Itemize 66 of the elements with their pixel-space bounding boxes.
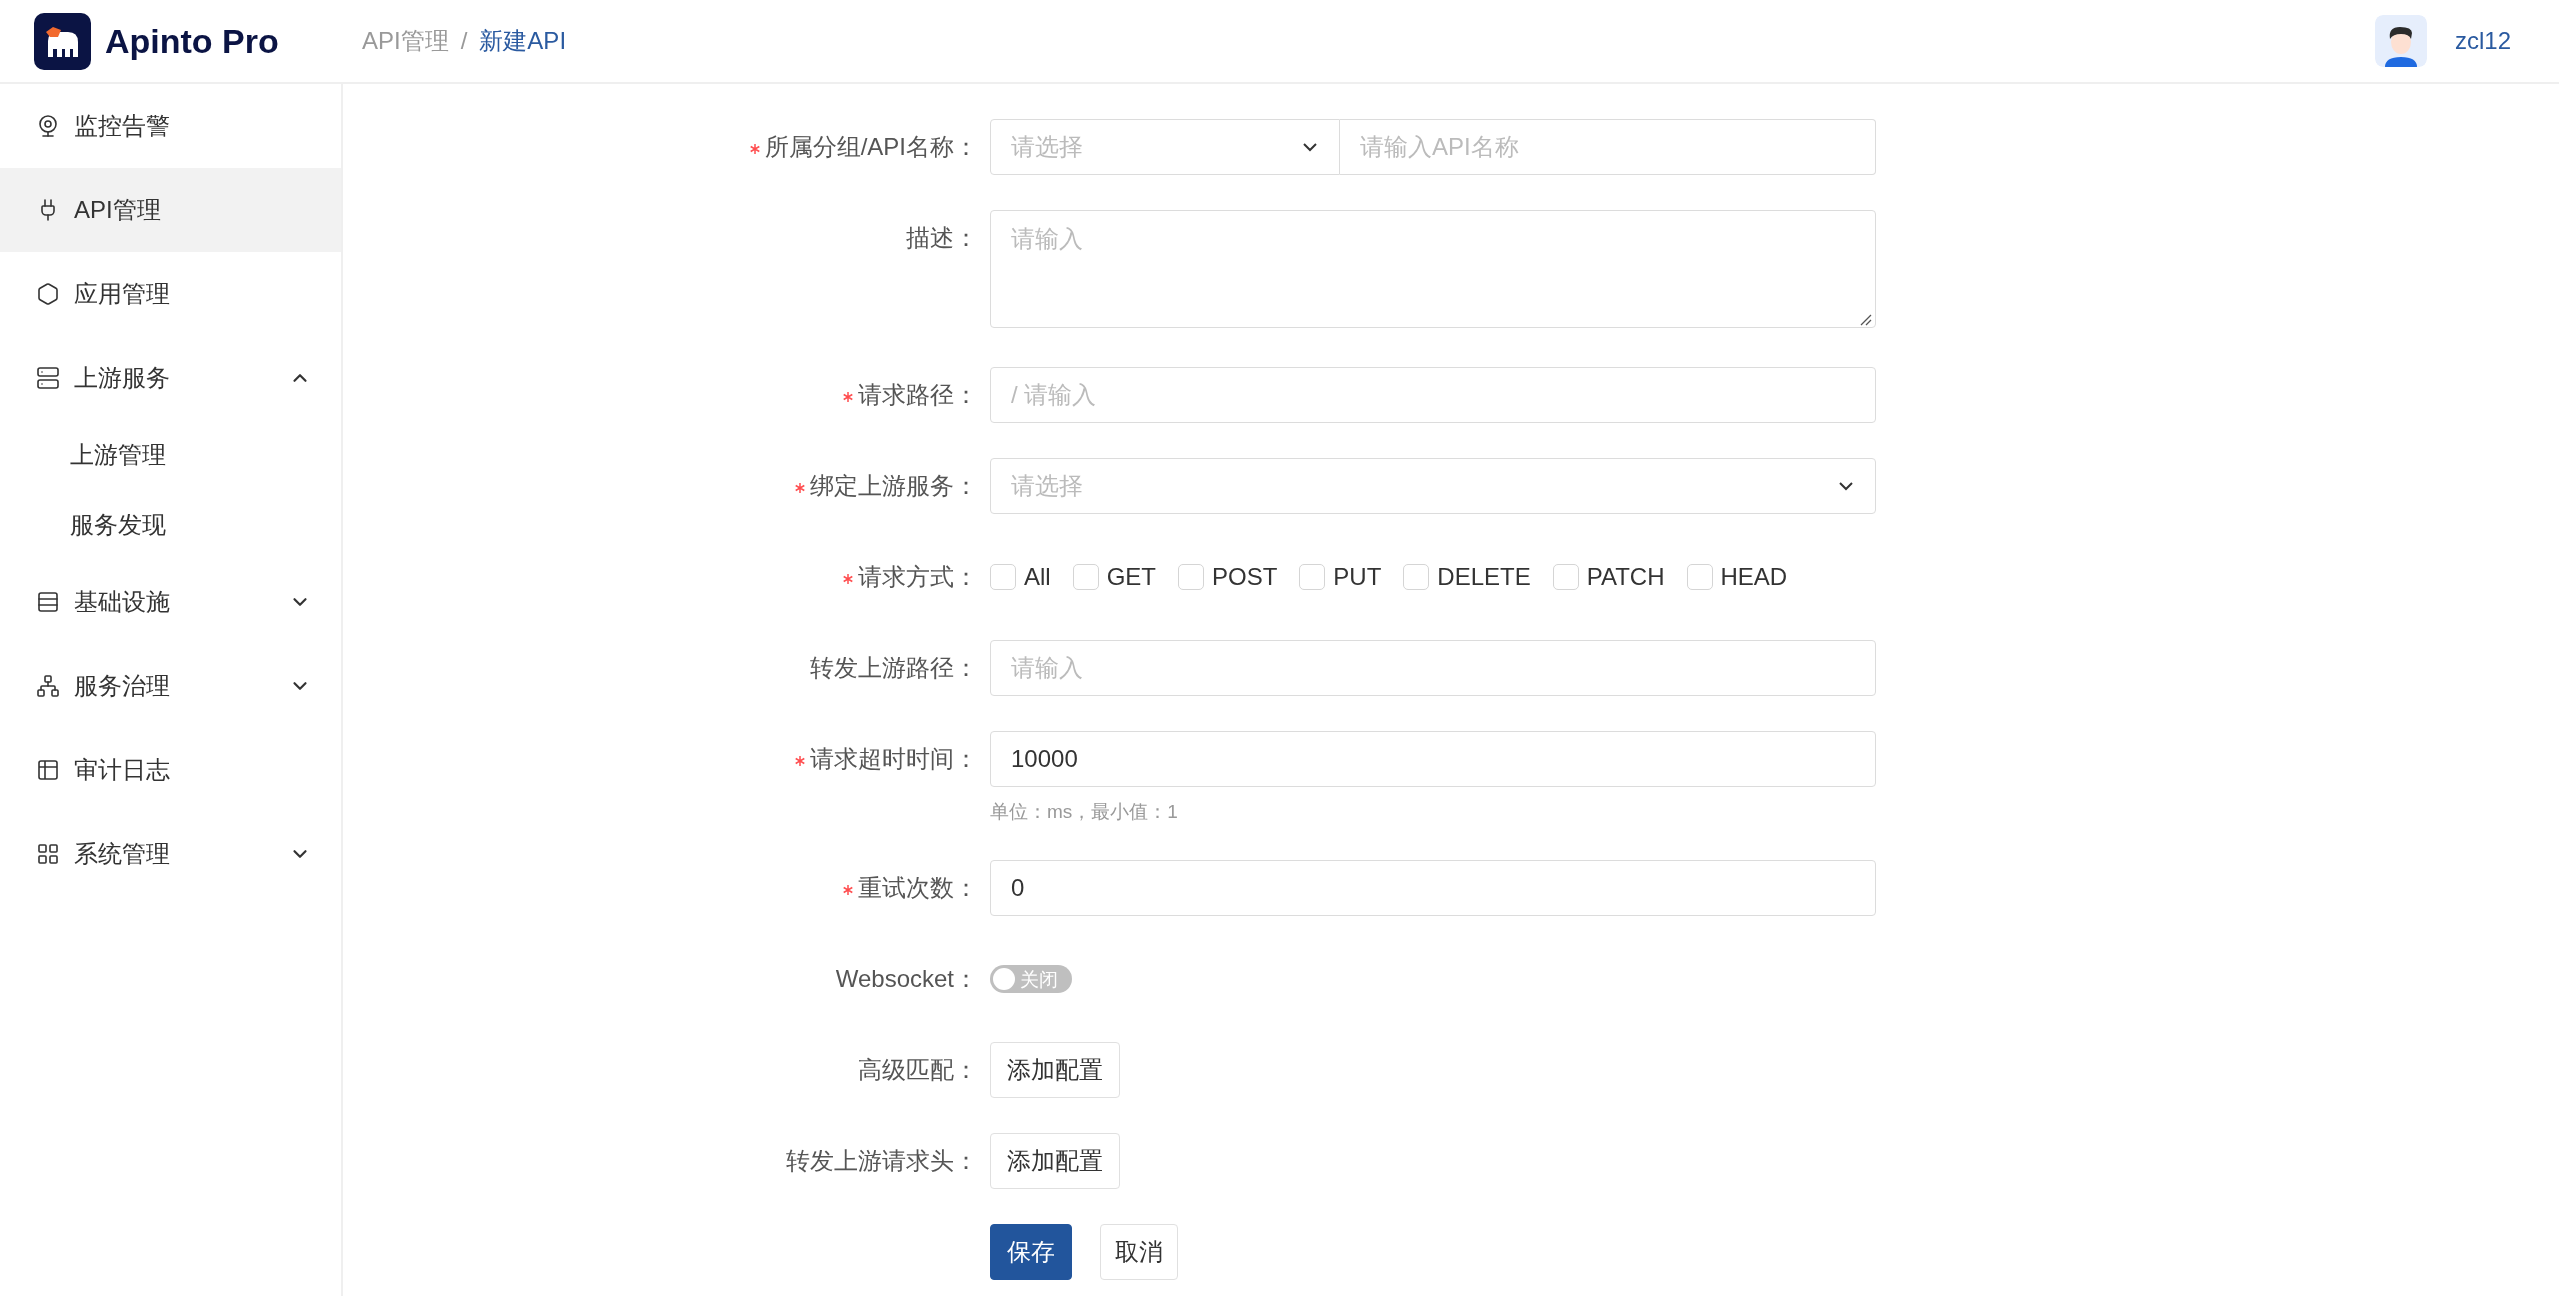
checkbox-label[interactable]: DELETE	[1437, 563, 1531, 591]
checkbox-label[interactable]: HEAD	[1720, 563, 1788, 591]
input-field[interactable]: 10000	[990, 731, 1876, 787]
breadcrumb-separator: /	[460, 27, 468, 55]
logo-icon	[34, 12, 91, 70]
add-config-button[interactable]: 添加配置	[990, 1042, 1120, 1098]
field-label: 请求超时时间：	[810, 744, 978, 774]
webcam-icon	[36, 114, 60, 138]
field-label: 转发上游路径：	[810, 653, 978, 683]
grid-icon	[36, 842, 60, 866]
sidebar-item[interactable]: 系统管理	[0, 812, 341, 896]
checkbox[interactable]	[1072, 564, 1099, 590]
description-field[interactable]: 请输入	[990, 210, 1876, 328]
field-label: 请求方式：	[858, 562, 978, 592]
save-button[interactable]: 保存	[990, 1224, 1072, 1280]
table-icon	[36, 758, 60, 782]
cancel-button[interactable]: 取消	[1100, 1224, 1178, 1280]
required-icon	[842, 884, 854, 896]
required-icon	[794, 482, 806, 494]
field-label: 重试次数：	[858, 873, 978, 903]
sidebar-item[interactable]: 应用管理	[0, 252, 341, 336]
field-label: 绑定上游服务：	[810, 471, 978, 501]
checkbox-label[interactable]: PUT	[1333, 563, 1382, 591]
hexagon-icon	[36, 282, 60, 306]
sidebar-item[interactable]: 服务治理	[0, 644, 341, 728]
field-label: 转发上游请求头：	[786, 1146, 978, 1176]
checkbox[interactable]	[1403, 564, 1430, 590]
required-icon	[842, 573, 854, 585]
checkbox[interactable]	[990, 564, 1016, 590]
logo-text: Apinto Pro	[105, 21, 279, 61]
input-field[interactable]: 请输入	[990, 640, 1876, 696]
required-icon	[842, 391, 854, 403]
checkbox-label[interactable]: All	[1024, 563, 1051, 591]
sidebar-item[interactable]: 审计日志	[0, 728, 341, 812]
sidebar-item[interactable]: 基础设施	[0, 560, 341, 644]
resize-grip-icon[interactable]	[1858, 312, 1872, 326]
required-icon	[794, 755, 806, 767]
network-icon	[36, 674, 60, 698]
sidebar-subitem[interactable]: 服务发现	[0, 490, 341, 560]
checkbox[interactable]	[1686, 564, 1713, 590]
breadcrumb-link[interactable]: 新建API	[479, 25, 567, 57]
sidebar-item[interactable]: API管理	[0, 168, 341, 252]
checkbox[interactable]	[1299, 564, 1326, 590]
api-name-field[interactable]: 请输入API名称	[1340, 119, 1876, 175]
input-field[interactable]: 0	[990, 860, 1876, 916]
user-name[interactable]: zcl12	[2454, 27, 2511, 55]
server-icon	[36, 366, 60, 390]
avatar-icon[interactable]	[2374, 15, 2427, 67]
hint-text: 单位：ms，最小值：1	[990, 800, 1179, 824]
checkbox-label[interactable]: POST	[1212, 563, 1278, 591]
field-label: 描述：	[906, 223, 978, 253]
sidebar-item[interactable]: 监控告警	[0, 84, 341, 168]
field-label: 所属分组/API名称：	[764, 132, 978, 162]
checkbox[interactable]	[1178, 564, 1204, 590]
field-label: Websocket：	[835, 964, 978, 994]
rows-icon	[36, 590, 60, 614]
required-icon	[748, 143, 761, 155]
field-label: 高级匹配：	[858, 1055, 978, 1085]
checkbox-label[interactable]: PATCH	[1586, 563, 1665, 591]
checkbox-label[interactable]: GET	[1106, 563, 1156, 591]
sidebar-item[interactable]: 上游服务	[0, 336, 341, 420]
add-config-button[interactable]: 添加配置	[990, 1133, 1120, 1189]
sidebar-subitem[interactable]: 上游管理	[0, 420, 341, 490]
input-field[interactable]: / 请输入	[990, 367, 1876, 423]
checkbox[interactable]	[1552, 564, 1579, 590]
field-label: 请求路径：	[858, 380, 978, 410]
